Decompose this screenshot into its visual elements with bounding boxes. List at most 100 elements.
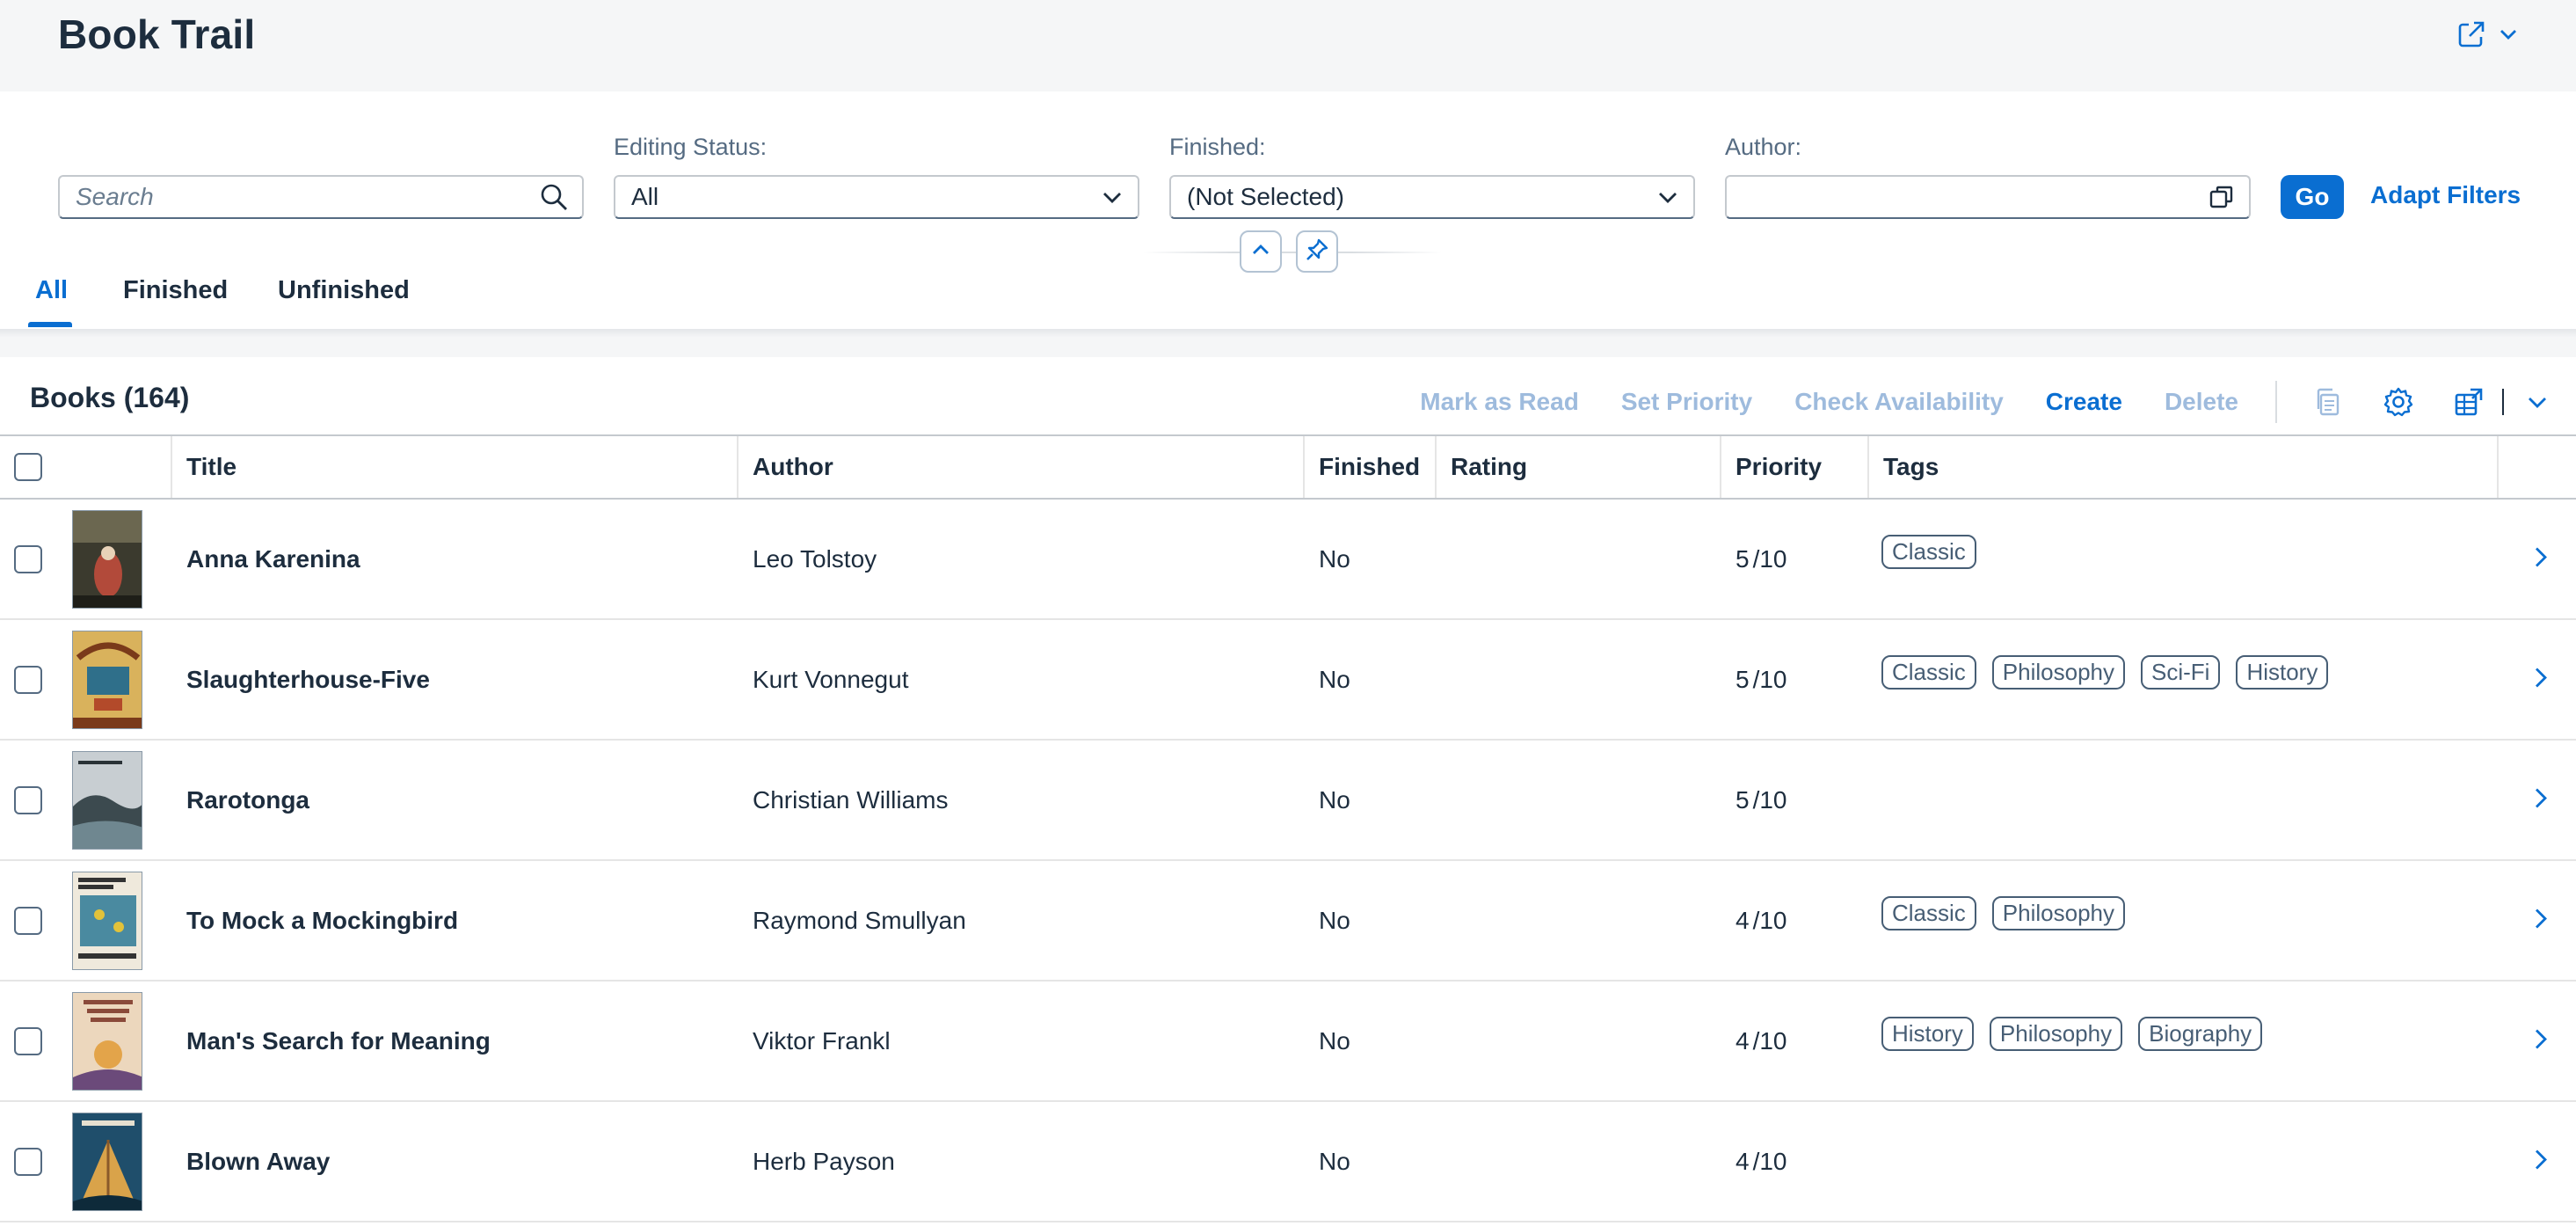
book-cover-image (72, 751, 142, 850)
book-finished: No (1319, 1147, 1350, 1175)
chevron-right-icon[interactable] (2532, 907, 2550, 934)
tab-bar: All Finished Unfinished (0, 264, 2576, 329)
book-rating (1437, 982, 1721, 1100)
priority-value: 5 (1736, 785, 1750, 814)
adapt-filters-button[interactable]: Adapt Filters (2370, 181, 2521, 209)
book-finished: No (1319, 906, 1350, 934)
tag-badge: Sci-Fi (2141, 655, 2221, 690)
tag-badge: Philosophy (1991, 655, 2125, 690)
book-finished: No (1319, 665, 1350, 693)
settings-icon[interactable] (2377, 381, 2420, 423)
tab-finished[interactable]: Finished (123, 276, 228, 305)
book-cover-image (72, 1113, 142, 1211)
table-header-row: Title Author Finished Rating Priority Ta… (0, 436, 2576, 500)
mark-as-read-button[interactable]: Mark as Read (1420, 388, 1579, 416)
chevron-right-icon[interactable] (2532, 1027, 2550, 1055)
row-checkbox[interactable] (14, 1147, 42, 1176)
tag-badge: Biography (2138, 1017, 2263, 1051)
go-button[interactable]: Go (2281, 175, 2344, 219)
book-rating (1437, 1102, 1721, 1221)
book-author: Viktor Frankl (753, 1026, 891, 1055)
column-header-author[interactable]: Author (739, 436, 1305, 498)
chevron-right-icon[interactable] (2532, 666, 2550, 693)
tag-list: History Philosophy Biography (1881, 1017, 2263, 1051)
table-row[interactable]: To Mock a Mockingbird Raymond Smullyan N… (0, 861, 2576, 982)
table-body: Anna Karenina Leo Tolstoy No 5 /10 Class… (0, 500, 2576, 1222)
toolbar-separator (2502, 389, 2504, 415)
priority-max: /10 (1752, 544, 1787, 573)
column-header-priority[interactable]: Priority (1721, 436, 1869, 498)
tag-badge: History (1881, 1017, 1974, 1051)
collapse-divider (1143, 252, 1442, 253)
table-title: Books (164) (30, 382, 190, 413)
row-checkbox[interactable] (14, 665, 42, 694)
book-author: Kurt Vonnegut (753, 665, 909, 693)
column-header-rating[interactable]: Rating (1437, 436, 1721, 498)
delete-button[interactable]: Delete (2165, 388, 2238, 416)
row-checkbox[interactable] (14, 1026, 42, 1055)
select-all-cell (0, 436, 172, 498)
export-icon[interactable] (2448, 381, 2490, 423)
book-priority: 5 /10 (1721, 620, 1869, 739)
tag-list: Classic Philosophy Sci-Fi History (1881, 655, 2329, 690)
book-author: Raymond Smullyan (753, 906, 966, 934)
copy-icon[interactable] (2307, 381, 2349, 423)
table-row[interactable]: Rarotonga Christian Williams No 5 /10 (0, 741, 2576, 861)
row-checkbox[interactable] (14, 544, 42, 573)
select-all-checkbox[interactable] (14, 453, 42, 481)
chevron-down-icon[interactable] (1101, 186, 1124, 208)
finished-select[interactable]: (Not Selected) (1169, 175, 1695, 219)
book-cover-image (72, 872, 142, 970)
book-title: Rarotonga (186, 785, 309, 814)
priority-value: 4 (1736, 1147, 1750, 1175)
column-header-finished[interactable]: Finished (1305, 436, 1437, 498)
search-icon[interactable] (540, 183, 568, 211)
row-select-cell (0, 620, 70, 739)
tab-all[interactable]: All (35, 276, 68, 305)
set-priority-button[interactable]: Set Priority (1621, 388, 1752, 416)
priority-value: 5 (1736, 665, 1750, 693)
table-row[interactable]: Blown Away Herb Payson No 4 /10 (0, 1102, 2576, 1222)
chevron-down-icon[interactable] (2516, 381, 2558, 423)
book-title: Man's Search for Meaning (186, 1026, 491, 1055)
chevron-right-icon[interactable] (2532, 1148, 2550, 1175)
book-priority: 4 /10 (1721, 982, 1869, 1100)
table-row[interactable]: Slaughterhouse-Five Kurt Vonnegut No 5 /… (0, 620, 2576, 741)
chevron-down-icon[interactable] (2499, 25, 2518, 44)
book-title: Slaughterhouse-Five (186, 665, 430, 693)
tag-badge: Philosophy (1991, 896, 2125, 930)
chevron-right-icon[interactable] (2532, 545, 2550, 573)
table-row[interactable]: Anna Karenina Leo Tolstoy No 5 /10 Class… (0, 500, 2576, 620)
book-cover-image (72, 992, 142, 1091)
column-header-tags[interactable]: Tags (1869, 436, 2499, 498)
book-cover-image (72, 631, 142, 729)
editing-status-label: Editing Status: (614, 134, 768, 160)
book-finished: No (1319, 1026, 1350, 1055)
tab-unfinished[interactable]: Unfinished (278, 276, 410, 305)
create-button[interactable]: Create (2046, 388, 2122, 416)
header-actions (2456, 19, 2518, 49)
editing-status-select[interactable]: All (614, 175, 1139, 219)
priority-value: 4 (1736, 906, 1750, 934)
check-availability-button[interactable]: Check Availability (1794, 388, 2004, 416)
share-icon[interactable] (2456, 19, 2486, 49)
chevron-right-icon[interactable] (2532, 786, 2550, 814)
search-input[interactable]: Search (58, 175, 584, 219)
book-rating (1437, 741, 1721, 859)
book-priority: 4 /10 (1721, 861, 1869, 980)
priority-value: 5 (1736, 544, 1750, 573)
book-author: Christian Williams (753, 785, 949, 814)
table-row[interactable]: Man's Search for Meaning Viktor Frankl N… (0, 982, 2576, 1102)
tag-list: Classic Philosophy (1881, 896, 2125, 930)
priority-max: /10 (1752, 1026, 1787, 1055)
row-checkbox[interactable] (14, 785, 42, 814)
author-input[interactable] (1725, 175, 2251, 219)
book-priority: 5 /10 (1721, 741, 1869, 859)
chevron-down-icon[interactable] (1656, 186, 1679, 208)
value-help-icon[interactable] (2209, 184, 2235, 210)
column-header-title[interactable]: Title (172, 436, 739, 498)
section-separator (0, 329, 2576, 357)
row-checkbox[interactable] (14, 906, 42, 935)
toolbar-separator (2275, 381, 2277, 423)
book-cover-image (72, 510, 142, 609)
